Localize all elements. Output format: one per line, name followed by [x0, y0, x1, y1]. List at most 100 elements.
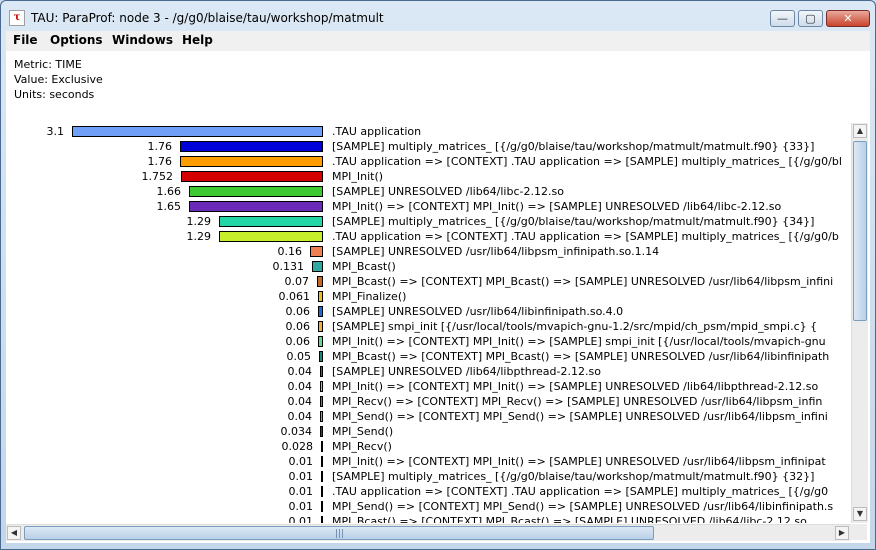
- minimize-button[interactable]: —: [770, 10, 795, 27]
- horizontal-scrollbar[interactable]: ◀ ||| ▶: [6, 524, 851, 541]
- bar-row[interactable]: 1.76 [SAMPLE] multiply_matrices_ [{/g/g0/…: [6, 139, 851, 154]
- function-name-label[interactable]: .TAU application: [332, 124, 421, 139]
- bar[interactable]: [180, 141, 323, 152]
- bar-row[interactable]: 0.05 MPI_Bcast() => [CONTEXT] MPI_Bcast()…: [6, 349, 851, 364]
- function-name-label[interactable]: MPI_Send() => [CONTEXT] MPI_Send() => [S…: [332, 499, 833, 514]
- function-name-label[interactable]: [SAMPLE] multiply_matrices_ [{/g/g0/blai…: [332, 139, 814, 154]
- bar-row[interactable]: 0.16 [SAMPLE] UNRESOLVED /usr/lib64/libps…: [6, 244, 851, 259]
- bar-row[interactable]: 0.06 [SAMPLE] UNRESOLVED /usr/lib64/libin…: [6, 304, 851, 319]
- function-name-label[interactable]: [SAMPLE] multiply_matrices_ [{/g/g0/blai…: [332, 469, 814, 484]
- function-name-label[interactable]: MPI_Recv() => [CONTEXT] MPI_Recv() => [S…: [332, 394, 822, 409]
- bar-row[interactable]: 0.04 MPI_Init() => [CONTEXT] MPI_Init() =…: [6, 379, 851, 394]
- bar[interactable]: [321, 501, 323, 512]
- function-name-label[interactable]: MPI_Init() => [CONTEXT] MPI_Init() => [S…: [332, 379, 818, 394]
- bar-row[interactable]: 0.01 MPI_Send() => [CONTEXT] MPI_Send() =…: [6, 499, 851, 514]
- bar[interactable]: [321, 516, 323, 523]
- bar[interactable]: [180, 156, 323, 167]
- bar-row[interactable]: 1.76 .TAU application => [CONTEXT] .TAU a…: [6, 154, 851, 169]
- bar-row[interactable]: 0.01 MPI_Init() => [CONTEXT] MPI_Init() =…: [6, 454, 851, 469]
- bar-row[interactable]: 0.028 MPI_Recv(): [6, 439, 851, 454]
- maximize-button[interactable]: ▢: [798, 10, 823, 27]
- bar-row[interactable]: 0.04 [SAMPLE] UNRESOLVED /lib64/libpthrea…: [6, 364, 851, 379]
- function-name-label[interactable]: .TAU application => [CONTEXT] .TAU appli…: [332, 154, 842, 169]
- bar-row[interactable]: 0.034 MPI_Send(): [6, 424, 851, 439]
- bar[interactable]: [318, 306, 323, 317]
- bar[interactable]: [321, 441, 323, 452]
- bar-row[interactable]: 0.04 MPI_Recv() => [CONTEXT] MPI_Recv() =…: [6, 394, 851, 409]
- function-name-label[interactable]: MPI_Init() => [CONTEXT] MPI_Init() => [S…: [332, 199, 781, 214]
- bar[interactable]: [320, 381, 323, 392]
- function-name-label[interactable]: [SAMPLE] smpi_init [{/usr/local/tools/mv…: [332, 319, 817, 334]
- bar-value-label: 0.06: [285, 320, 311, 333]
- bar[interactable]: [312, 261, 323, 272]
- bar[interactable]: [321, 456, 323, 467]
- function-name-label[interactable]: [SAMPLE] UNRESOLVED /lib64/libc-2.12.so: [332, 184, 564, 199]
- function-name-label[interactable]: MPI_Send() => [CONTEXT] MPI_Send() => [S…: [332, 409, 828, 424]
- bar[interactable]: [320, 396, 323, 407]
- bar[interactable]: [318, 321, 323, 332]
- function-name-label[interactable]: MPI_Init(): [332, 169, 383, 184]
- bar[interactable]: [318, 291, 323, 302]
- function-name-label[interactable]: MPI_Finalize(): [332, 289, 406, 304]
- bar[interactable]: [319, 351, 323, 362]
- function-bar-list[interactable]: 3.1 .TAU application 1.76 [SAMPLE] multiply…: [6, 123, 851, 523]
- scroll-left-icon[interactable]: ◀: [7, 526, 21, 540]
- bar[interactable]: [189, 186, 323, 197]
- menu-file[interactable]: File: [13, 33, 38, 47]
- bar-row[interactable]: 0.06 [SAMPLE] smpi_init [{/usr/local/tool…: [6, 319, 851, 334]
- bar[interactable]: [321, 486, 323, 497]
- function-name-label[interactable]: [SAMPLE] UNRESOLVED /lib64/libpthread-2.…: [332, 364, 601, 379]
- bar-row[interactable]: 1.65 MPI_Init() => [CONTEXT] MPI_Init() =…: [6, 199, 851, 214]
- vertical-scroll-thumb[interactable]: [853, 141, 867, 321]
- bar[interactable]: [72, 126, 323, 137]
- bar[interactable]: [181, 171, 323, 182]
- function-name-label[interactable]: MPI_Recv(): [332, 439, 392, 454]
- menu-windows[interactable]: Windows: [112, 33, 173, 47]
- bar[interactable]: [310, 246, 323, 257]
- bar[interactable]: [317, 276, 323, 287]
- scroll-up-icon[interactable]: ▲: [853, 124, 867, 138]
- bar-row[interactable]: 0.01 [SAMPLE] multiply_matrices_ [{/g/g0/…: [6, 469, 851, 484]
- close-button[interactable]: ✕: [826, 10, 870, 27]
- bar-row[interactable]: 1.66 [SAMPLE] UNRESOLVED /lib64/libc-2.12…: [6, 184, 851, 199]
- function-name-label[interactable]: [SAMPLE] UNRESOLVED /usr/lib64/libpsm_in…: [332, 244, 659, 259]
- bar[interactable]: [219, 231, 323, 242]
- horizontal-scroll-thumb[interactable]: |||: [24, 526, 654, 540]
- scroll-down-icon[interactable]: ▼: [853, 507, 867, 521]
- function-name-label[interactable]: MPI_Bcast(): [332, 259, 396, 274]
- function-name-label[interactable]: MPI_Send(): [332, 424, 393, 439]
- bar-row[interactable]: 0.01 MPI_Bcast() => [CONTEXT] MPI_Bcast()…: [6, 514, 851, 523]
- bar-row[interactable]: 1.752 MPI_Init(): [6, 169, 851, 184]
- scroll-right-icon[interactable]: ▶: [835, 526, 849, 540]
- menu-options[interactable]: Options: [50, 33, 103, 47]
- bar-value-label: 0.01: [288, 485, 314, 498]
- bar[interactable]: [320, 411, 323, 422]
- bar[interactable]: [318, 336, 323, 347]
- vertical-scrollbar[interactable]: ▲ ▼: [851, 123, 868, 523]
- function-name-label[interactable]: MPI_Init() => [CONTEXT] MPI_Init() => [S…: [332, 334, 826, 349]
- bar[interactable]: [219, 216, 323, 227]
- bar-row[interactable]: 0.04 MPI_Send() => [CONTEXT] MPI_Send() =…: [6, 409, 851, 424]
- bar[interactable]: [320, 426, 323, 437]
- menu-help[interactable]: Help: [182, 33, 213, 47]
- title-bar[interactable]: τ TAU: ParaProf: node 3 - /g/g0/blaise/t…: [1, 1, 875, 31]
- bar-row[interactable]: 0.061 MPI_Finalize(): [6, 289, 851, 304]
- bar-row[interactable]: 1.29 [SAMPLE] multiply_matrices_ [{/g/g0/…: [6, 214, 851, 229]
- bar-row[interactable]: 0.06 MPI_Init() => [CONTEXT] MPI_Init() =…: [6, 334, 851, 349]
- bar-row[interactable]: 0.07 MPI_Bcast() => [CONTEXT] MPI_Bcast()…: [6, 274, 851, 289]
- function-name-label[interactable]: MPI_Bcast() => [CONTEXT] MPI_Bcast() => …: [332, 274, 833, 289]
- bar[interactable]: [321, 471, 323, 482]
- function-name-label[interactable]: [SAMPLE] UNRESOLVED /usr/lib64/libinfini…: [332, 304, 623, 319]
- bar-row[interactable]: 1.29 .TAU application => [CONTEXT] .TAU a…: [6, 229, 851, 244]
- bar-row[interactable]: 0.01 .TAU application => [CONTEXT] .TAU a…: [6, 484, 851, 499]
- function-name-label[interactable]: MPI_Bcast() => [CONTEXT] MPI_Bcast() => …: [332, 514, 807, 523]
- function-name-label[interactable]: .TAU application => [CONTEXT] .TAU appli…: [332, 484, 828, 499]
- function-name-label[interactable]: [SAMPLE] multiply_matrices_ [{/g/g0/blai…: [332, 214, 814, 229]
- function-name-label[interactable]: MPI_Init() => [CONTEXT] MPI_Init() => [S…: [332, 454, 826, 469]
- function-name-label[interactable]: .TAU application => [CONTEXT] .TAU appli…: [332, 229, 839, 244]
- bar[interactable]: [189, 201, 323, 212]
- bar[interactable]: [320, 366, 323, 377]
- function-name-label[interactable]: MPI_Bcast() => [CONTEXT] MPI_Bcast() => …: [332, 349, 829, 364]
- bar-row[interactable]: 3.1 .TAU application: [6, 124, 851, 139]
- bar-row[interactable]: 0.131 MPI_Bcast(): [6, 259, 851, 274]
